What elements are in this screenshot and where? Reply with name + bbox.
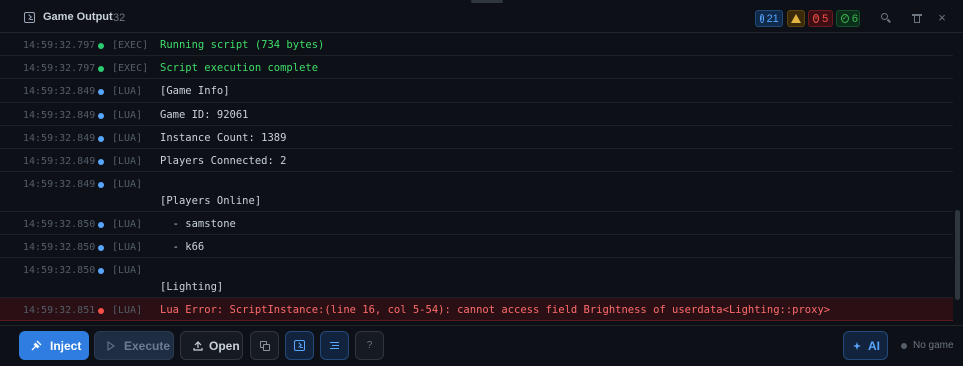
info-count: 21: [766, 12, 779, 25]
help-label: ?: [366, 340, 373, 351]
list-toggle-button[interactable]: [320, 331, 349, 360]
log-message: [Game Info]: [160, 85, 230, 97]
connection-status: No game: [913, 340, 954, 351]
log-level-dot: [98, 43, 104, 49]
log-source: [LUA]: [112, 265, 143, 276]
log-row-error: 14:59:32.851 [LUA] Lua Error: ScriptInstan…: [0, 298, 953, 321]
log-message: [Players Online]: [160, 195, 262, 207]
error-count: 5: [822, 12, 829, 25]
log-message: Running script (734 bytes): [160, 39, 325, 51]
log-level-dot: [98, 222, 104, 228]
check-icon: ✓: [841, 14, 849, 23]
log-message: Lua Error: ScriptInstance:(line 16, col …: [160, 304, 831, 316]
output-log[interactable]: 14:59:32.797 [EXEC] Running script (734 by…: [0, 33, 953, 325]
search-icon[interactable]: [880, 12, 892, 24]
log-source: [LUA]: [112, 156, 143, 167]
scrollbar[interactable]: [955, 210, 960, 300]
log-level-dot: [98, 136, 104, 142]
log-level-dot: [98, 113, 104, 119]
log-row: 14:59:32.797 [EXEC] Script execution compl…: [0, 56, 953, 79]
panel-title: Game Output: [43, 11, 113, 23]
log-message: [Lighting]: [160, 281, 224, 293]
log-row: 14:59:32.850 [LUA] - samstone: [0, 212, 953, 235]
upload-icon: [193, 340, 203, 351]
log-row: 14:59:32.849 [LUA] Players Connected: 2: [0, 149, 953, 172]
log-timestamp: 14:59:32.851: [23, 305, 96, 316]
log-source: [EXEC]: [112, 40, 149, 51]
terminal-icon: [294, 340, 305, 351]
terminal-icon: [24, 12, 35, 23]
bottom-toolbar: Inject Execute Open ? AI No game: [0, 325, 963, 366]
log-timestamp: 14:59:32.850: [23, 265, 96, 276]
log-source: [LUA]: [112, 133, 143, 144]
ai-button[interactable]: AI: [843, 331, 888, 360]
log-message: - samstone: [160, 218, 236, 230]
log-level-dot: [98, 245, 104, 251]
sparkle-icon: [853, 341, 861, 350]
help-button[interactable]: ?: [355, 331, 384, 360]
ai-label: AI: [868, 338, 880, 353]
execute-button[interactable]: Execute: [94, 331, 174, 360]
log-source: [LUA]: [112, 86, 143, 97]
syringe-icon: [31, 340, 42, 350]
log-source: [LUA]: [112, 219, 143, 230]
log-source: [EXEC]: [112, 63, 149, 74]
list-icon: [330, 342, 339, 349]
info-filter-badge[interactable]: i 21: [755, 10, 783, 27]
execute-label: Execute: [124, 338, 171, 353]
log-source: [LUA]: [112, 179, 143, 190]
inject-label: Inject: [50, 338, 82, 353]
log-message: - k66: [160, 241, 205, 253]
log-level-dot: [98, 308, 104, 314]
log-message: Players Connected: 2: [160, 155, 287, 167]
log-timestamp: 14:59:32.850: [23, 219, 96, 230]
log-timestamp: 14:59:32.849: [23, 156, 96, 167]
panel-header: Game Output 32 i 21 × 5 ✓ 6 ×: [0, 0, 963, 33]
warning-icon: [791, 14, 801, 23]
log-message: Instance Count: 1389: [160, 132, 287, 144]
open-label: Open: [209, 338, 240, 353]
console-toggle-button[interactable]: [285, 331, 314, 360]
inject-button[interactable]: Inject: [19, 331, 89, 360]
log-row: 14:59:32.797 [EXEC] Running script (734 by…: [0, 33, 953, 56]
log-row: 14:59:32.849 [LUA] Game ID: 92061: [0, 103, 953, 126]
log-message: Script execution complete: [160, 62, 319, 74]
log-row: 14:59:32.850 [LUA] [Lighting]: [0, 258, 953, 298]
connection-status-dot: [901, 343, 907, 349]
log-row: 14:59:32.849 [LUA] [Players Online]: [0, 172, 953, 212]
log-level-dot: [98, 268, 104, 274]
log-row: 14:59:32.850 [LUA] - k66: [0, 235, 953, 258]
info-icon: i: [760, 14, 764, 23]
copy-button[interactable]: [250, 331, 279, 360]
log-level-dot: [98, 66, 104, 72]
log-timestamp: 14:59:32.850: [23, 242, 96, 253]
close-icon[interactable]: ×: [936, 11, 948, 24]
log-timestamp: 14:59:32.797: [23, 63, 96, 74]
success-count: 6: [851, 12, 858, 25]
log-timestamp: 14:59:32.849: [23, 86, 96, 97]
copy-icon: [259, 340, 270, 351]
line-count: 32: [113, 12, 126, 24]
play-icon: [107, 340, 115, 351]
log-row: 14:59:32.849 [LUA] Instance Count: 1389: [0, 126, 953, 149]
log-source: [LUA]: [112, 110, 143, 121]
log-timestamp: 14:59:32.849: [23, 133, 96, 144]
log-level-dot: [98, 182, 104, 188]
log-level-dot: [98, 159, 104, 165]
log-message: Game ID: 92061: [160, 109, 249, 121]
error-icon: ×: [813, 14, 820, 23]
log-timestamp: 14:59:32.849: [23, 110, 96, 121]
error-filter-badge[interactable]: × 5: [808, 10, 833, 27]
log-row: 14:59:32.849 [LUA] [Game Info]: [0, 79, 953, 103]
warning-filter-badge[interactable]: [787, 10, 805, 27]
log-level-dot: [98, 89, 104, 95]
log-source: [LUA]: [112, 305, 143, 316]
trash-icon[interactable]: [911, 12, 923, 24]
log-timestamp: 14:59:32.849: [23, 179, 96, 190]
log-timestamp: 14:59:32.797: [23, 40, 96, 51]
open-button[interactable]: Open: [180, 331, 243, 360]
log-source: [LUA]: [112, 242, 143, 253]
success-filter-badge[interactable]: ✓ 6: [836, 10, 860, 27]
